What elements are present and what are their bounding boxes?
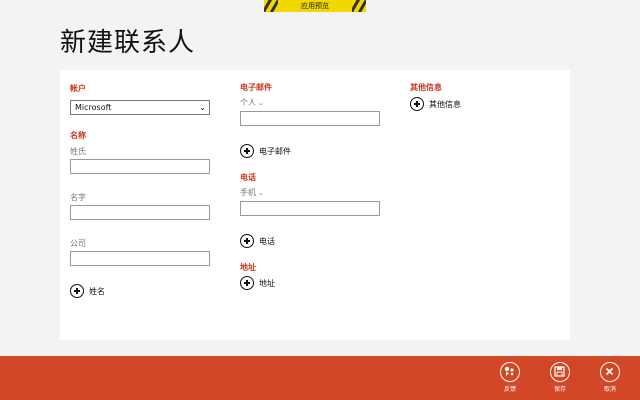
email-section-label: 电子邮件 (240, 83, 272, 92)
add-circle-icon (240, 276, 254, 290)
close-icon (600, 362, 620, 382)
email-type-label: 个人 (240, 98, 256, 107)
cancel-button[interactable]: 取消 (590, 362, 630, 398)
add-email-label: 电子邮件 (259, 146, 291, 156)
app-bar: 反馈 保存 取消 (0, 356, 640, 400)
first-name-field[interactable] (70, 205, 210, 220)
chevron-down-icon: ⌄ (199, 103, 206, 112)
contact-form-panel: 帐户 Microsoft ⌄ 名称 姓氏 名字 公司 姓名 电子邮件 个人 ⌄ 电… (60, 70, 570, 340)
other-info-section-label: 其他信息 (410, 83, 442, 92)
add-address-label: 地址 (259, 278, 275, 288)
phone-type-dropdown[interactable]: 手机 ⌄ (240, 187, 264, 198)
phone-section-label: 电话 (240, 173, 256, 182)
cancel-label: 取消 (603, 386, 616, 393)
app-preview-banner: 应用预览 (264, 0, 366, 12)
account-select-value: Microsoft (75, 103, 112, 112)
email-field[interactable] (240, 111, 380, 126)
add-other-info-button[interactable]: 其他信息 (410, 96, 461, 112)
account-section-label: 帐户 (70, 84, 86, 93)
company-field[interactable] (70, 251, 210, 266)
add-email-button[interactable]: 电子邮件 (240, 143, 291, 159)
banner-label: 应用预览 (278, 0, 352, 12)
add-circle-icon (70, 284, 84, 298)
add-address-button[interactable]: 地址 (240, 275, 275, 291)
save-label: 保存 (553, 386, 566, 393)
account-select[interactable]: Microsoft ⌄ (70, 100, 210, 115)
chevron-down-icon: ⌄ (258, 99, 264, 107)
last-name-label: 姓氏 (70, 147, 86, 156)
feedback-icon (500, 362, 520, 382)
last-name-field[interactable] (70, 159, 210, 174)
save-icon (550, 362, 570, 382)
email-type-dropdown[interactable]: 个人 ⌄ (240, 97, 264, 108)
add-other-info-label: 其他信息 (429, 99, 461, 109)
feedback-button[interactable]: 反馈 (490, 362, 530, 398)
add-name-label: 姓名 (89, 286, 105, 296)
add-circle-icon (240, 144, 254, 158)
address-section-label: 地址 (240, 263, 256, 272)
chevron-down-icon: ⌄ (258, 189, 264, 197)
feedback-label: 反馈 (503, 386, 516, 393)
add-circle-icon (240, 234, 254, 248)
phone-type-label: 手机 (240, 188, 256, 197)
add-name-button[interactable]: 姓名 (70, 283, 105, 299)
page-title: 新建联系人 (60, 28, 196, 58)
banner-stripe-right (352, 0, 366, 12)
add-circle-icon (410, 97, 424, 111)
save-button[interactable]: 保存 (540, 362, 580, 398)
add-phone-label: 电话 (259, 236, 275, 246)
company-label: 公司 (70, 239, 86, 248)
first-name-label: 名字 (70, 193, 86, 202)
banner-stripe-left (264, 0, 278, 12)
name-section-label: 名称 (70, 131, 86, 140)
add-phone-button[interactable]: 电话 (240, 233, 275, 249)
phone-field[interactable] (240, 201, 380, 216)
